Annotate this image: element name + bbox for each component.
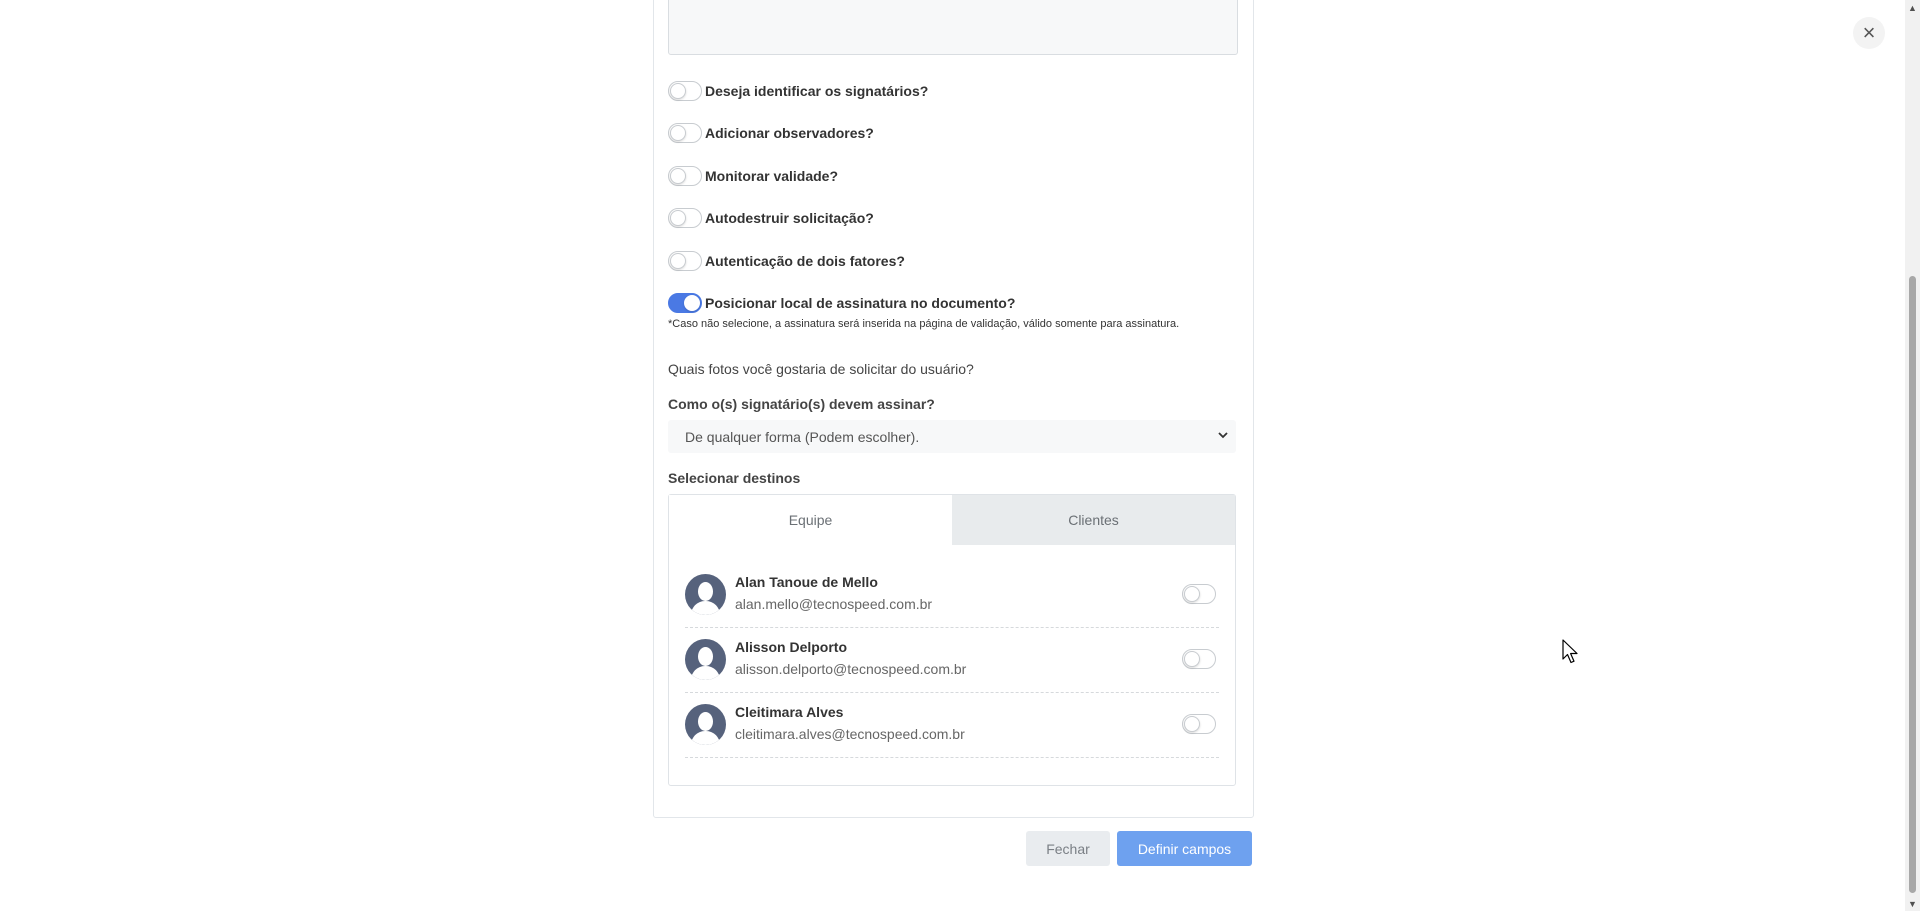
scroll-thumb[interactable] — [1909, 276, 1916, 893]
page-scrollbar[interactable]: ▲ ▼ — [1905, 0, 1920, 911]
member-select-switch[interactable] — [1182, 584, 1216, 604]
identify-signers-switch[interactable] — [668, 81, 702, 101]
sign-method-label: Como o(s) signatário(s) devem assinar? — [668, 396, 935, 412]
member-row: Alisson Delporto alisson.delporto@tecnos… — [685, 627, 1219, 693]
scroll-down-arrow-icon[interactable]: ▼ — [1905, 896, 1920, 911]
toggle-label: Autenticação de dois fatores? — [705, 253, 905, 269]
toggle-row-monitor-validity: Monitorar validade? — [668, 164, 838, 188]
photos-question: Quais fotos você gostaria de solicitar d… — [668, 361, 974, 377]
user-avatar-icon — [685, 704, 726, 745]
member-email: alan.mello@tecnospeed.com.br — [735, 596, 933, 612]
define-fields-button[interactable]: Definir campos — [1117, 831, 1252, 866]
close-icon: × — [1862, 20, 1876, 45]
two-factor-switch[interactable] — [668, 251, 702, 271]
user-avatar-icon — [685, 639, 726, 680]
scroll-up-arrow-icon[interactable]: ▲ — [1905, 0, 1920, 15]
member-email: alisson.delporto@tecnospeed.com.br — [735, 661, 967, 677]
member-row: Alan Tanoue de Mello alan.mello@tecnospe… — [685, 562, 1219, 628]
member-name: Cleitimara Alves — [735, 704, 844, 720]
chevron-down-icon — [1218, 428, 1228, 442]
toggle-label: Posicionar local de assinatura no docume… — [705, 295, 1016, 311]
member-select-switch[interactable] — [1182, 649, 1216, 669]
self-destruct-switch[interactable] — [668, 208, 702, 228]
monitor-validity-switch[interactable] — [668, 166, 702, 186]
member-select-switch[interactable] — [1182, 714, 1216, 734]
destinations-label: Selecionar destinos — [668, 470, 801, 486]
tab-equipe[interactable]: Equipe — [669, 495, 952, 545]
close-modal-button[interactable]: × — [1853, 17, 1885, 49]
mouse-cursor-icon — [1562, 639, 1580, 670]
member-name: Alisson Delporto — [735, 639, 848, 655]
toggle-row-two-factor: Autenticação de dois fatores? — [668, 249, 905, 273]
toggle-row-add-observers: Adicionar observadores? — [668, 121, 874, 145]
member-row: Cleitimara Alves cleitimara.alves@tecnos… — [685, 692, 1219, 758]
position-signature-switch[interactable] — [668, 293, 702, 313]
add-observers-switch[interactable] — [668, 123, 702, 143]
tab-clientes[interactable]: Clientes — [952, 495, 1235, 545]
toggle-label: Adicionar observadores? — [705, 125, 874, 141]
sign-method-value: De qualquer forma (Podem escolher). — [685, 428, 920, 445]
user-avatar-icon — [685, 574, 726, 615]
toggle-row-position-signature: Posicionar local de assinatura no docume… — [668, 291, 1015, 315]
member-name: Alan Tanoue de Mello — [735, 574, 878, 590]
toggle-label: Deseja identificar os signatários? — [705, 83, 929, 99]
member-email: cleitimara.alves@tecnospeed.com.br — [735, 726, 965, 742]
sign-method-select[interactable]: De qualquer forma (Podem escolher). — [668, 420, 1236, 453]
close-button[interactable]: Fechar — [1026, 831, 1110, 866]
toggle-row-identify-signers: Deseja identificar os signatários? — [668, 79, 928, 103]
signature-note: *Caso não selecione, a assinatura será i… — [668, 318, 1180, 330]
toggle-label: Autodestruir solicitação? — [705, 210, 874, 226]
destinations-box: Equipe Clientes Alan Tanoue de Mello ala… — [668, 494, 1236, 786]
message-textarea[interactable] — [668, 0, 1238, 55]
toggle-label: Monitorar validade? — [705, 168, 839, 184]
toggle-row-self-destruct: Autodestruir solicitação? — [668, 206, 874, 230]
